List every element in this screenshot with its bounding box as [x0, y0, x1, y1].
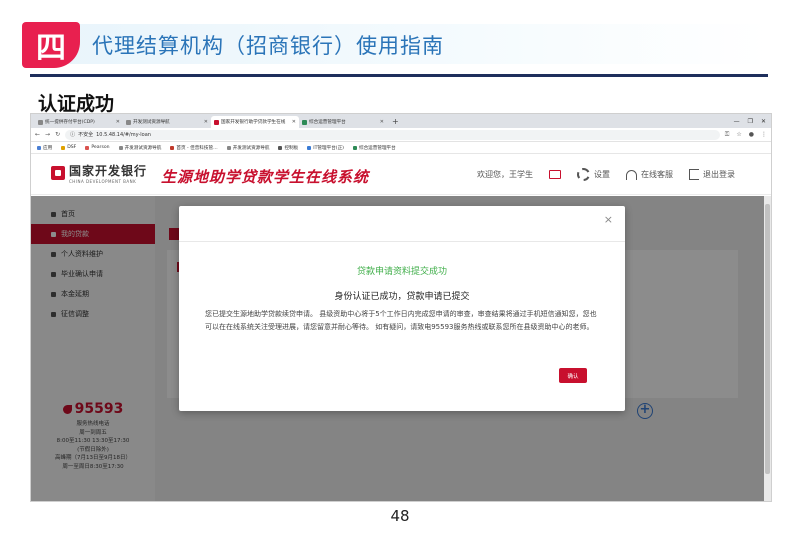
bookmark-item[interactable]: Pearson [85, 145, 110, 150]
bank-name: 国家开发银行 [69, 164, 148, 178]
bookmark-item[interactable]: 综合运营管理平台 [352, 145, 396, 151]
reload-icon[interactable]: ↻ [55, 131, 60, 138]
bookmark-icon [85, 145, 90, 150]
bookmark-icon [226, 145, 231, 150]
bookmark-icon [307, 145, 312, 150]
settings-button[interactable]: 设置 [577, 168, 610, 181]
dialog-subheading: 身份认证已成功，贷款申请已提交 [334, 292, 470, 302]
star-icon[interactable]: ☆ [736, 131, 741, 139]
maximize-button[interactable]: ❐ [748, 116, 753, 128]
logout-icon [689, 169, 699, 180]
bookmark-icon [278, 145, 283, 150]
bookmark-item[interactable]: 首页 - 佳普科技管… [170, 145, 218, 151]
forward-icon[interactable]: → [45, 131, 50, 138]
bookmark-item[interactable]: 应用 [37, 145, 52, 151]
favicon-icon [38, 119, 43, 125]
security-label: 不安全 [78, 132, 94, 138]
close-tab-icon[interactable]: ✕ [380, 119, 384, 125]
online-service-button[interactable]: 在线客服 [626, 169, 673, 180]
bookmark-icon [352, 145, 357, 150]
welcome-text: 欢迎您，王学生 [477, 170, 533, 179]
close-icon[interactable]: × [604, 213, 613, 226]
minimize-button[interactable]: — [734, 116, 740, 128]
bookmark-icon [61, 145, 66, 150]
url-field[interactable]: ⓘ 不安全 10.5.48.14/#/my-loan [65, 129, 720, 140]
new-tab-button[interactable]: + [387, 116, 404, 128]
window-controls: — ❐ ✕ [734, 116, 771, 128]
bookmark-item[interactable]: DSF [61, 145, 76, 150]
headset-icon [626, 169, 637, 180]
mail-icon[interactable] [549, 170, 561, 179]
key-icon[interactable]: ⚿ [725, 131, 730, 139]
info-icon: ⓘ [70, 132, 76, 138]
favicon-icon [126, 119, 131, 125]
section-title: 认证成功 [38, 93, 115, 115]
scrollbar[interactable] [764, 196, 771, 501]
dialog-divider [179, 241, 625, 242]
close-window-button[interactable]: ✕ [761, 116, 766, 128]
browser-tab[interactable]: 综合运营管理平台 ✕ [299, 116, 387, 128]
dialog-message: 您已提交生源地助学贷款续贷申请。 县级资助中心将于5个工作日内完成您申请的审查，… [205, 310, 597, 331]
account-icon[interactable]: ● [749, 131, 754, 139]
slide-chapter-badge: 四 [22, 22, 80, 68]
bank-logo[interactable]: 国家开发银行 CHINA DEVELOPMENT BANK [51, 162, 147, 184]
url-text: 10.5.48.14/#/my-loan [96, 131, 151, 138]
bank-logo-icon [51, 166, 65, 180]
close-tab-icon[interactable]: ✕ [116, 119, 120, 125]
browser-tab-active[interactable]: 国家开发银行助学贷款学生在线 ✕ [211, 116, 299, 128]
gear-icon [577, 168, 590, 181]
slide-title: 代理结算机构（招商银行）使用指南 [92, 34, 444, 58]
browser-tab[interactable]: 开发测试资源导航 ✕ [123, 116, 211, 128]
apps-icon [37, 145, 41, 150]
bookmark-item[interactable]: IT管理平台(正) [307, 145, 344, 151]
menu-icon[interactable]: ⋮ [761, 131, 767, 139]
scrollbar-thumb[interactable] [765, 204, 770, 474]
confirm-button[interactable]: 确认 [559, 368, 587, 383]
close-tab-icon[interactable]: ✕ [292, 119, 296, 125]
address-bar: ← → ↻ ⓘ 不安全 10.5.48.14/#/my-loan ⚿ ☆ ● ⋮ [31, 128, 771, 142]
favicon-icon [214, 119, 219, 125]
browser-tab-bar: 统一提供存付平台(CDP) ✕ 开发测试资源导航 ✕ 国家开发银行助学贷款学生在线 ✕… [31, 114, 771, 128]
bookmark-icon [170, 145, 175, 150]
system-title: 生源地助学贷款学生在线系统 [161, 168, 370, 186]
site-header: 国家开发银行 CHINA DEVELOPMENT BANK 生源地助学贷款学生在… [31, 154, 771, 195]
bookmark-icon [118, 145, 123, 150]
bookmark-item[interactable]: 开发测试资源导航 [226, 145, 269, 151]
slide-divider [30, 74, 768, 77]
bank-name-en: CHINA DEVELOPMENT BANK [69, 179, 137, 184]
favicon-icon [302, 119, 307, 125]
success-dialog: × 贷款申请资料提交成功 身份认证已成功，贷款申请已提交 您已提交生源地助学贷款… [179, 206, 625, 411]
bookmarks-bar: 应用 DSF Pearson 开发测试资源导航 首页 - 佳普科技管… 开发测试… [31, 142, 771, 154]
browser-screenshot: 统一提供存付平台(CDP) ✕ 开发测试资源导航 ✕ 国家开发银行助学贷款学生在线 ✕… [30, 113, 772, 502]
dialog-heading: 贷款申请资料提交成功 [356, 267, 447, 277]
close-tab-icon[interactable]: ✕ [204, 119, 208, 125]
bookmark-item[interactable]: 开发测试资源导航 [118, 145, 161, 151]
back-icon[interactable]: ← [35, 131, 40, 138]
page-number: 48 [390, 507, 410, 525]
bookmark-item[interactable]: 控制板 [278, 145, 298, 151]
browser-tab[interactable]: 统一提供存付平台(CDP) ✕ [35, 116, 123, 128]
logout-button[interactable]: 退出登录 [689, 169, 735, 180]
